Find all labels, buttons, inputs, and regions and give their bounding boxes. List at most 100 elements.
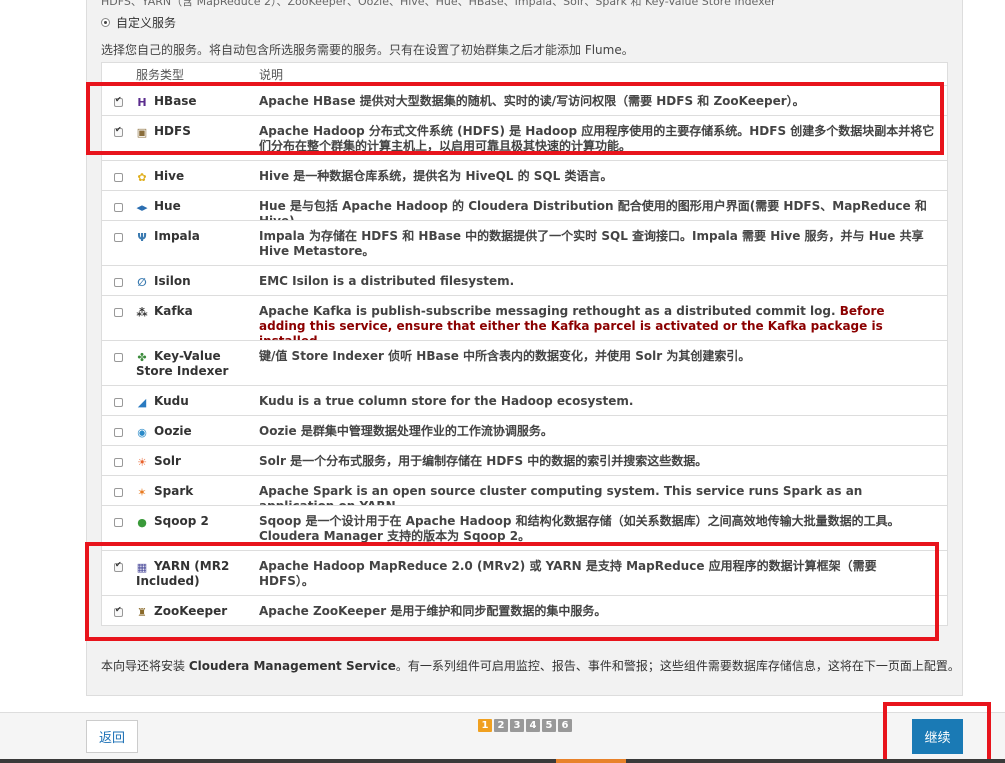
service-description: Apache Kafka is publish-subscribe messag… <box>259 304 840 318</box>
isilon-icon: ∅ <box>137 276 147 289</box>
service-checkbox[interactable] <box>114 173 123 182</box>
service-name-cell: ✤ Key-Value Store Indexer <box>136 341 259 385</box>
table-row: ◢ Kudu Kudu is a true column store for the… <box>102 385 947 415</box>
checkbox-cell <box>102 341 136 385</box>
service-name-cell: ✶ Spark <box>136 476 259 505</box>
custom-services-radio[interactable] <box>101 18 110 27</box>
sqoop-icon: ● <box>137 516 147 529</box>
checkbox-cell <box>102 446 136 475</box>
service-name-cell: ◉ Oozie <box>136 416 259 445</box>
highlight-box-yarn-zookeeper <box>85 542 939 641</box>
service-name: Kudu <box>154 394 189 408</box>
table-row: ☀ Solr Solr 是一个分布式服务，用于编制存储在 HDFS 中的数据的索引并… <box>102 445 947 475</box>
wizard-step: 6 <box>558 719 572 732</box>
service-description-cell: Hive 是一种数据仓库系统，提供名为 HiveQL 的 SQL 类语言。 <box>259 161 947 190</box>
management-service-note: 本向导还将安装 Cloudera Management Service。有一系列… <box>101 657 960 674</box>
left-margin <box>0 0 86 712</box>
service-description: EMC Isilon is a distributed filesystem. <box>259 274 515 288</box>
service-name-cell: Ψ Impala <box>136 221 259 265</box>
service-name: Hive <box>154 169 185 183</box>
service-name: Solr <box>154 454 181 468</box>
checkbox-cell <box>102 416 136 445</box>
service-name: Sqoop 2 <box>154 514 209 528</box>
service-description-cell: Apache Kafka is publish-subscribe messag… <box>259 296 947 340</box>
taskbar-strip <box>0 759 1005 763</box>
custom-services-hint: 选择您自己的服务。将自动包含所选服务需要的服务。只有在设置了初始群集之后才能添加… <box>101 43 634 57</box>
service-name-cell: ☀ Solr <box>136 446 259 475</box>
service-description-cell: Hue 是与包括 Apache Hadoop 的 Cloudera Distri… <box>259 191 947 220</box>
table-row: ⁂ Kafka Apache Kafka is publish-subscribe … <box>102 295 947 340</box>
default-services-summary: HDFS、YARN（含 MapReduce 2）、ZooKeeper、Oozie… <box>101 0 776 8</box>
service-description: Solr 是一个分布式服务，用于编制存储在 HDFS 中的数据的索引并搜索这些数… <box>259 454 708 468</box>
custom-services-option[interactable]: 自定义服务 <box>101 14 176 31</box>
checkbox-cell <box>102 191 136 220</box>
service-checkbox[interactable] <box>114 398 123 407</box>
service-description-cell: Kudu is a true column store for the Hado… <box>259 386 947 415</box>
service-description-cell: 键/值 Store Indexer 侦听 HBase 中所含表内的数据变化，并使… <box>259 341 947 385</box>
service-checkbox[interactable] <box>114 428 123 437</box>
service-checkbox[interactable] <box>114 518 123 527</box>
hue-icon: ◂▸ <box>136 201 148 214</box>
wizard-step: 2 <box>494 719 508 732</box>
service-name: Spark <box>154 484 194 498</box>
checkbox-cell <box>102 221 136 265</box>
taskbar-active-indicator <box>556 759 626 763</box>
impala-icon: Ψ <box>137 231 147 244</box>
custom-services-label: 自定义服务 <box>116 16 177 30</box>
service-description: 键/值 Store Indexer 侦听 HBase 中所含表内的数据变化，并使… <box>259 349 751 363</box>
checkbox-cell <box>102 266 136 295</box>
kudu-icon: ◢ <box>137 396 147 409</box>
service-description: Hive 是一种数据仓库系统，提供名为 HiveQL 的 SQL 类语言。 <box>259 169 613 183</box>
table-row: ✿ Hive Hive 是一种数据仓库系统，提供名为 HiveQL 的 SQL 类语… <box>102 160 947 190</box>
oozie-icon: ◉ <box>137 426 147 439</box>
right-margin <box>962 0 1005 712</box>
checkbox-cell <box>102 296 136 340</box>
service-name: Isilon <box>154 274 191 288</box>
col-header-description: 说明 <box>259 67 284 82</box>
spark-icon: ✶ <box>137 486 147 499</box>
service-name-cell: ◢ Kudu <box>136 386 259 415</box>
service-checkbox[interactable] <box>114 233 123 242</box>
service-description: Hue 是与包括 Apache Hadoop 的 Cloudera Distri… <box>259 199 927 220</box>
note-service-name: Cloudera Management Service <box>188 659 396 673</box>
table-row: ◂▸ Hue Hue 是与包括 Apache Hadoop 的 Cloudera D… <box>102 190 947 220</box>
service-name: Kafka <box>154 304 193 318</box>
service-description: Apache Spark is an open source cluster c… <box>259 484 863 505</box>
solr-icon: ☀ <box>137 456 147 469</box>
service-description-cell: EMC Isilon is a distributed filesystem. <box>259 266 947 295</box>
service-description-cell: Apache Spark is an open source cluster c… <box>259 476 947 505</box>
service-description-cell: Solr 是一个分布式服务，用于编制存储在 HDFS 中的数据的索引并搜索这些数… <box>259 446 947 475</box>
service-name-cell: ✿ Hive <box>136 161 259 190</box>
service-name: Oozie <box>154 424 192 438</box>
back-button[interactable]: 返回 <box>86 720 138 753</box>
wizard-step: 4 <box>526 719 540 732</box>
checkbox-cell <box>102 386 136 415</box>
col-header-service-type: 服务类型 <box>136 67 185 82</box>
checkbox-cell <box>102 161 136 190</box>
wizard-step: 5 <box>542 719 556 732</box>
service-description: Sqoop 是一个设计用于在 Apache Hadoop 和结构化数据存储（如关… <box>259 514 900 543</box>
highlight-box-hbase-hdfs <box>86 82 944 155</box>
table-row: ∅ Isilon EMC Isilon is a distributed files… <box>102 265 947 295</box>
service-description: Kudu is a true column store for the Hado… <box>259 394 634 408</box>
service-checkbox[interactable] <box>114 203 123 212</box>
service-name: Key-Value Store Indexer <box>136 349 229 378</box>
table-row: ✤ Key-Value Store Indexer 键/值 Store Indexe… <box>102 340 947 385</box>
note-prefix: 本向导还将安装 <box>101 659 189 673</box>
kafka-icon: ⁂ <box>136 306 148 319</box>
service-description-cell: Impala 为存储在 HDFS 和 HBase 中的数据提供了一个实时 SQL… <box>259 221 947 265</box>
key-value-store-icon: ✤ <box>137 351 147 364</box>
service-checkbox[interactable] <box>114 308 123 317</box>
service-name-cell: ◂▸ Hue <box>136 191 259 220</box>
service-checkbox[interactable] <box>114 353 123 362</box>
service-name-cell: ⁂ Kafka <box>136 296 259 340</box>
service-checkbox[interactable] <box>114 278 123 287</box>
wizard-steps: 123456 <box>478 719 572 732</box>
wizard-step: 3 <box>510 719 524 732</box>
checkbox-cell <box>102 476 136 505</box>
service-checkbox[interactable] <box>114 488 123 497</box>
hive-icon: ✿ <box>137 171 147 184</box>
service-checkbox[interactable] <box>114 458 123 467</box>
service-name: Hue <box>154 199 181 213</box>
table-row: Ψ Impala Impala 为存储在 HDFS 和 HBase 中的数据提供了一… <box>102 220 947 265</box>
